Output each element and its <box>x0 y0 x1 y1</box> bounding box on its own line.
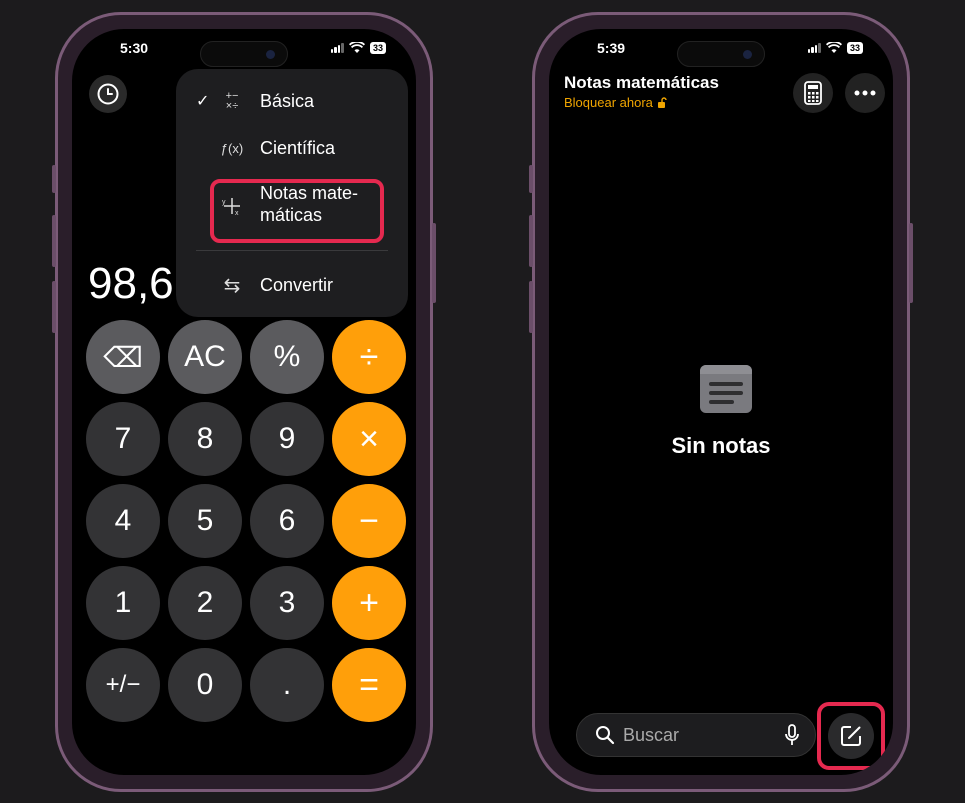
key-label: × <box>359 419 379 458</box>
history-button[interactable] <box>89 75 127 113</box>
search-field[interactable]: Buscar <box>576 713 816 757</box>
key-3[interactable]: 3 <box>250 566 324 640</box>
key-9[interactable]: 9 <box>250 402 324 476</box>
dynamic-island <box>200 41 288 67</box>
percent-key[interactable]: % <box>250 320 324 394</box>
key-label: − <box>359 501 379 540</box>
search-placeholder: Buscar <box>623 724 680 745</box>
key-label: 8 <box>196 422 214 455</box>
signal-icon <box>330 43 344 53</box>
menu-item-label: Convertir <box>260 274 334 295</box>
checkmark-icon: ✓ <box>196 93 210 110</box>
key-7[interactable]: 7 <box>86 402 160 476</box>
microphone-icon[interactable] <box>785 724 799 746</box>
menu-item-label: Básica <box>260 90 315 111</box>
plus-key[interactable]: + <box>332 566 406 640</box>
empty-state-text: Sin notas <box>671 433 771 458</box>
key-0[interactable]: 0 <box>168 648 242 722</box>
key-label: 4 <box>114 504 132 537</box>
highlight-compose-button <box>817 702 885 770</box>
key-label: 2 <box>196 586 214 619</box>
battery-icon: 33 <box>369 42 386 54</box>
calculator-icon <box>804 81 822 105</box>
equals-key[interactable]: = <box>332 648 406 722</box>
ellipsis-icon <box>854 90 876 96</box>
calculator-display: 98,6 <box>88 259 174 308</box>
key-8[interactable]: 8 <box>168 402 242 476</box>
multiply-key[interactable]: × <box>332 402 406 476</box>
menu-item-convertir[interactable]: ⇆ Convertir <box>176 273 408 297</box>
notes-empty-icon <box>700 365 752 413</box>
lock-label: Bloquear ahora <box>564 95 653 110</box>
page-title: Notas matemáticas <box>564 73 719 92</box>
calculator-button[interactable] <box>793 73 833 113</box>
wifi-icon <box>348 42 365 53</box>
math-notes-screen: 5:39 33 Notas matemáticas Bloquear ahora… <box>549 29 893 775</box>
basic-operators-icon: +− ×÷ <box>225 90 239 112</box>
key-2[interactable]: 2 <box>168 566 242 640</box>
menu-item-cientifica[interactable]: ƒ(x) Científica <box>176 136 408 160</box>
menu-divider <box>196 250 388 251</box>
function-icon: ƒ(x) <box>220 140 244 156</box>
more-options-button[interactable] <box>845 73 885 113</box>
key-label: 9 <box>278 422 296 455</box>
minus-key[interactable]: − <box>332 484 406 558</box>
battery-icon: 33 <box>846 42 863 54</box>
left-phone: 5:30 33 98,6 ⌫ AC % ÷ 7 8 9 × 4 5 6 − 1 … <box>52 12 436 792</box>
key-label: ÷ <box>359 337 379 376</box>
divide-key[interactable]: ÷ <box>332 320 406 394</box>
signal-icon <box>807 43 821 53</box>
key-label: 7 <box>114 422 132 455</box>
right-phone: 5:39 33 Notas matemáticas Bloquear ahora… <box>529 12 913 792</box>
key-6[interactable]: 6 <box>250 484 324 558</box>
status-time: 5:39 <box>597 40 626 56</box>
all-clear-key[interactable]: AC <box>168 320 242 394</box>
sign-toggle-key[interactable]: +/− <box>86 648 160 722</box>
key-label: 1 <box>114 586 132 619</box>
key-label: + <box>359 583 379 622</box>
key-5[interactable]: 5 <box>168 484 242 558</box>
menu-item-basica[interactable]: ✓ +− ×÷ Básica <box>176 89 408 113</box>
key-label: 5 <box>196 504 214 537</box>
key-label: AC <box>184 340 226 373</box>
key-label: % <box>273 340 301 373</box>
key-label: 3 <box>278 586 296 619</box>
convert-arrows-icon: ⇆ <box>223 274 241 297</box>
backspace-icon: ⌫ <box>103 341 143 373</box>
key-label: 6 <box>278 504 296 537</box>
key-1[interactable]: 1 <box>86 566 160 640</box>
decimal-key[interactable]: . <box>250 648 324 722</box>
menu-item-label: Científica <box>260 137 336 158</box>
status-time: 5:30 <box>120 40 149 56</box>
backspace-key[interactable]: ⌫ <box>86 320 160 394</box>
status-icons: 33 <box>807 42 863 54</box>
key-label: +/− <box>105 671 141 698</box>
calculator-screen: 5:30 33 98,6 ⌫ AC % ÷ 7 8 9 × 4 5 6 − 1 … <box>72 29 416 775</box>
clock-icon <box>97 83 119 105</box>
wifi-icon <box>825 42 842 53</box>
key-4[interactable]: 4 <box>86 484 160 558</box>
status-icons: 33 <box>330 42 386 54</box>
lock-now-link[interactable]: Bloquear ahora <box>564 95 667 110</box>
search-icon <box>596 726 615 745</box>
key-label: 0 <box>196 668 214 701</box>
lock-open-icon <box>657 97 667 108</box>
key-label: = <box>359 665 379 704</box>
key-label: . <box>282 668 292 701</box>
dynamic-island <box>677 41 765 67</box>
highlight-notas-matematicas <box>210 179 384 243</box>
